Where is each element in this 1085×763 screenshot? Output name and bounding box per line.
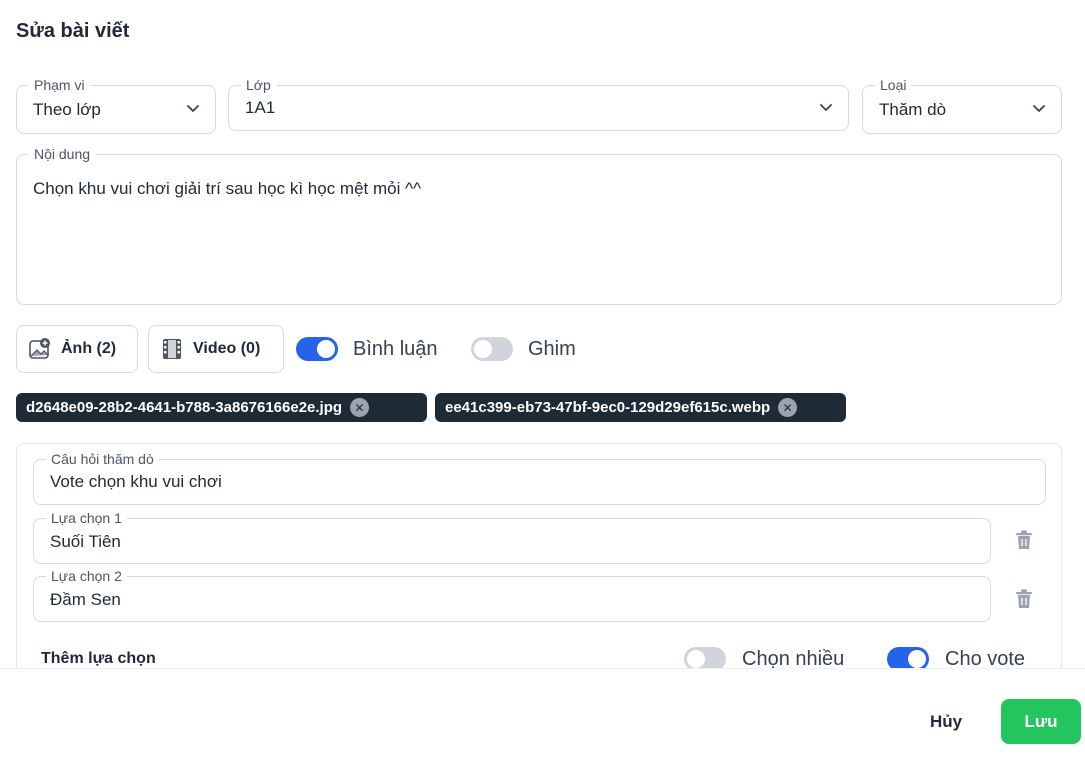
add-video-button[interactable]: Video (0)	[148, 325, 284, 373]
scope-label: Phạm vi	[29, 77, 90, 93]
scope-value: Theo lớp	[33, 100, 101, 119]
dialog-title: Sửa bài viết	[16, 20, 130, 42]
class-value: 1A1	[245, 98, 276, 117]
film-icon	[163, 339, 181, 359]
poll-question-value: Vote chọn khu vui chơi	[50, 472, 222, 491]
type-value: Thăm dò	[879, 100, 947, 119]
content-value: Chọn khu vui chơi giải trí sau học kì họ…	[33, 179, 422, 198]
pin-label: Ghim	[528, 338, 576, 360]
image-add-icon	[29, 338, 50, 359]
remove-attachment-icon[interactable]: ✕	[350, 398, 370, 417]
add-image-button[interactable]: Ảnh (2)	[16, 325, 138, 373]
type-select[interactable]: Loại Thăm dò	[862, 77, 1062, 134]
comment-toggle[interactable]	[296, 337, 338, 361]
attachment-name: ee41c399-eb73-47bf-9ec0-129d29ef615c.web…	[445, 399, 771, 416]
chevron-down-icon	[820, 104, 832, 111]
poll-option-value: Đầm Sen	[50, 590, 121, 609]
attachment-chip: d2648e09-28b2-4641-b788-3a8676166e2e.jpg…	[16, 393, 427, 422]
chevron-down-icon	[187, 105, 199, 112]
poll-option-field[interactable]: Lựa chọn 1 Suối Tiên	[33, 510, 991, 564]
content-label: Nội dung	[29, 146, 96, 162]
content-textarea[interactable]: Nội dung Chọn khu vui chơi giải trí sau …	[16, 146, 1062, 305]
pin-toggle[interactable]	[471, 337, 513, 361]
add-video-label: Video (0)	[193, 340, 261, 357]
scope-select[interactable]: Phạm vi Theo lớp	[16, 77, 216, 134]
add-option-button[interactable]: Thêm lựa chọn	[41, 650, 156, 668]
class-label: Lớp	[241, 77, 276, 93]
poll-option-field[interactable]: Lựa chọn 2 Đầm Sen	[33, 568, 991, 622]
type-label: Loại	[875, 77, 912, 93]
chevron-down-icon	[1033, 105, 1045, 112]
poll-option-label: Lựa chọn 1	[46, 510, 127, 526]
cancel-button[interactable]: Hủy	[915, 700, 977, 744]
class-select[interactable]: Lớp 1A1	[228, 77, 849, 131]
add-image-label: Ảnh (2)	[61, 340, 117, 357]
comment-label: Bình luận	[353, 338, 438, 360]
toggle-knob	[908, 650, 926, 668]
poll-option-value: Suối Tiên	[50, 532, 121, 551]
toggle-knob	[474, 340, 492, 358]
poll-question-label: Câu hỏi thăm dò	[46, 451, 159, 467]
save-button[interactable]: Lưu	[1001, 699, 1081, 744]
poll-option-label: Lựa chọn 2	[46, 568, 127, 584]
toggle-knob	[317, 340, 335, 358]
toggle-knob	[687, 650, 705, 668]
trash-icon[interactable]	[1015, 589, 1033, 609]
trash-icon[interactable]	[1015, 530, 1033, 550]
attachment-chip: ee41c399-eb73-47bf-9ec0-129d29ef615c.web…	[435, 393, 846, 422]
poll-question-field[interactable]: Câu hỏi thăm dò Vote chọn khu vui chơi	[33, 451, 1046, 505]
attachment-name: d2648e09-28b2-4641-b788-3a8676166e2e.jpg	[26, 399, 343, 416]
remove-attachment-icon[interactable]: ✕	[778, 398, 798, 417]
